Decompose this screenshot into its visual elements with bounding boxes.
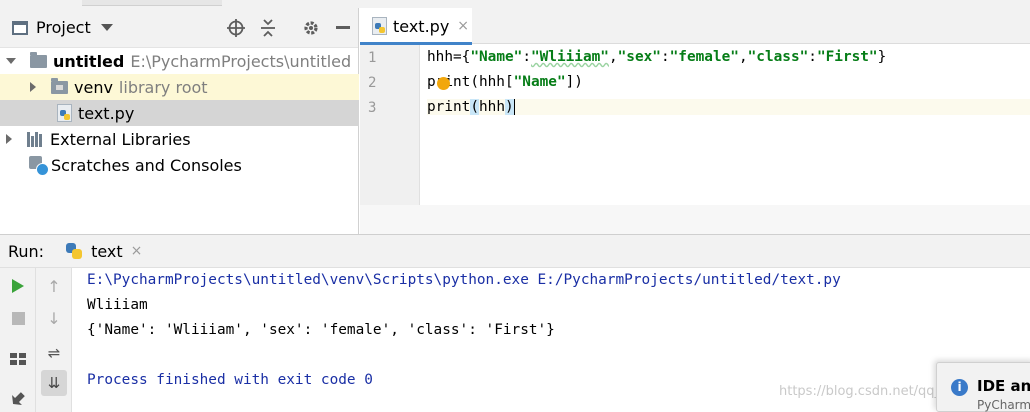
code-token: ])	[565, 74, 583, 90]
gear-icon[interactable]	[301, 18, 321, 38]
close-icon[interactable]: ×	[131, 243, 143, 259]
scroll-to-end-button[interactable]: ⇊	[40, 370, 68, 396]
tree-external-libraries: External Libraries	[50, 129, 191, 149]
console-output-line: {'Name': 'Wliiiam', 'sex': 'female', 'cl…	[87, 322, 555, 338]
venv-folder-icon	[51, 77, 68, 94]
editor-tab-bar: text.py ×	[360, 8, 1030, 45]
line-number-gutter: 1 2 3	[360, 45, 420, 205]
tree-venv-note: library root	[118, 77, 208, 97]
tree-item-venv[interactable]: venv library root	[0, 74, 359, 100]
paren-token: (	[470, 99, 479, 115]
editor-tab-label: text.py	[393, 16, 450, 36]
tree-item-root[interactable]: untitled E:\PycharmProjects\untitled	[0, 48, 359, 74]
run-panel-header: Run: text ×	[0, 234, 1030, 268]
code-token: hhh={	[427, 49, 471, 65]
string-token: "Wliiiam"	[530, 49, 609, 65]
paren-token: )	[505, 99, 514, 115]
notification-popup[interactable]: i IDE and PyCharm	[936, 362, 1030, 412]
console-exit-line: Process finished with exit code 0	[87, 372, 373, 388]
collapse-arrow-icon[interactable]	[6, 134, 12, 144]
rerun-button[interactable]	[4, 273, 32, 299]
string-token: "Name"	[513, 74, 566, 90]
string-token: "sex"	[617, 49, 661, 65]
tree-file-name: text.py	[78, 103, 135, 123]
run-output-toolbar: ↑ ↓ ⇌ ⇊	[36, 268, 72, 412]
string-token: "class"	[747, 49, 809, 65]
restore-layout-button[interactable]	[4, 346, 32, 372]
stop-icon	[11, 311, 25, 325]
project-view-icon	[12, 20, 28, 35]
soft-wrap-button[interactable]: ⇌	[40, 340, 68, 366]
line-number: 2	[368, 75, 377, 91]
python-file-icon	[57, 104, 72, 122]
hide-panel-icon[interactable]	[333, 18, 353, 38]
string-token: "Name"	[470, 49, 523, 65]
code-token: }	[877, 49, 887, 65]
project-view-dropdown-icon[interactable]	[100, 24, 113, 31]
project-panel-header: Project	[0, 8, 358, 48]
code-token: :	[808, 49, 817, 65]
console-output-line: Wliiiam	[87, 297, 148, 313]
project-view-title[interactable]: Project	[36, 18, 91, 37]
code-token: hhh	[479, 99, 505, 115]
code-token: :	[660, 49, 670, 65]
console-command-line: E:\PycharmProjects\untitled\venv\Scripts…	[87, 272, 841, 288]
expand-arrow-icon[interactable]	[6, 58, 16, 64]
folder-icon	[30, 51, 47, 68]
top-window-strip	[0, 0, 1030, 8]
run-panel-label: Run:	[8, 241, 45, 261]
arrow-down-icon: ↓	[47, 308, 61, 328]
play-icon	[12, 279, 24, 293]
tree-root-name: untitled	[53, 51, 125, 71]
collapse-arrow-icon[interactable]	[30, 82, 36, 92]
code-line-2[interactable]: print(hhh["Name"])	[427, 74, 583, 90]
line-number: 1	[368, 50, 377, 66]
stop-button[interactable]	[4, 305, 32, 331]
soft-wrap-icon: ⇌	[47, 344, 61, 362]
tree-item-text-py[interactable]: text.py	[0, 100, 359, 126]
code-line-1[interactable]: hhh={"Name":"Wliiiam","sex":"female","cl…	[427, 49, 886, 65]
editor-tab-text-py[interactable]: text.py ×	[360, 8, 472, 45]
run-tab-label: text	[91, 241, 123, 261]
code-token: ,	[608, 49, 618, 65]
intention-bulb-icon[interactable]	[437, 77, 450, 90]
scroll-to-end-icon: ⇊	[41, 370, 67, 396]
info-icon: i	[951, 379, 968, 396]
tree-item-scratches[interactable]: Scratches and Consoles	[0, 152, 359, 178]
run-toolbar	[0, 268, 36, 412]
code-editor[interactable]: hhh={"Name":"Wliiiam","sex":"female","cl…	[421, 45, 1030, 205]
tree-root-path: E:\PycharmProjects\untitled	[130, 51, 352, 71]
arrow-up-icon: ↑	[47, 276, 61, 296]
close-icon[interactable]: ×	[457, 18, 469, 34]
project-panel: Project untitled E:\PycharmProjects\unti…	[0, 8, 359, 234]
python-icon	[66, 243, 83, 259]
library-icon	[27, 131, 44, 147]
text-caret	[513, 99, 515, 115]
pin-tab-button[interactable]	[4, 386, 32, 412]
pin-icon	[8, 389, 28, 409]
code-line-3[interactable]: print(hhh)	[427, 99, 1030, 115]
python-file-icon	[372, 17, 387, 35]
editor-empty-area	[360, 205, 1030, 234]
notification-title: IDE and	[977, 377, 1030, 395]
next-occurrence-button[interactable]: ↓	[40, 305, 68, 331]
code-token: ,	[738, 49, 748, 65]
run-tab-text[interactable]: text ×	[66, 242, 142, 261]
code-token: :	[522, 49, 531, 65]
string-token: "female"	[669, 49, 739, 65]
collapse-all-icon[interactable]	[258, 18, 278, 38]
code-token: print	[427, 99, 471, 115]
tree-venv-name: venv	[74, 77, 113, 97]
tree-scratches: Scratches and Consoles	[51, 155, 242, 175]
string-token: "First"	[816, 49, 878, 65]
top-tab-fragment	[82, 0, 222, 6]
notification-subtitle: PyCharm	[977, 398, 1030, 412]
layout-icon	[10, 353, 26, 365]
previous-occurrence-button[interactable]: ↑	[40, 273, 68, 299]
line-number: 3	[368, 100, 377, 116]
scratches-icon	[29, 156, 49, 176]
locate-icon[interactable]	[226, 18, 246, 38]
tree-item-external-libraries[interactable]: External Libraries	[0, 126, 359, 152]
